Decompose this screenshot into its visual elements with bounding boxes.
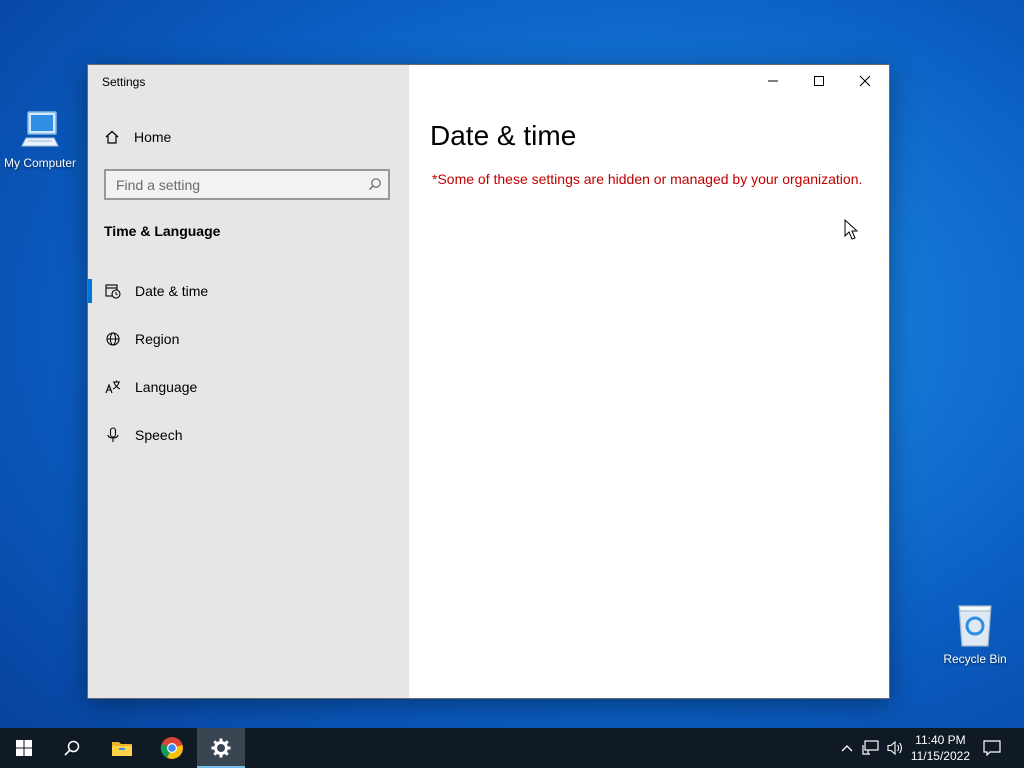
sidebar-nav: Date & time Region Language Speech: [88, 267, 409, 459]
sidebar-item-speech[interactable]: Speech: [88, 411, 409, 459]
chevron-up-icon: [841, 745, 853, 752]
taskbar-clock[interactable]: 11:40 PM 11/15/2022: [911, 732, 970, 764]
file-explorer-icon: [112, 742, 132, 756]
search-input[interactable]: [106, 171, 366, 198]
home-nav-item[interactable]: Home: [104, 129, 171, 145]
home-icon: [105, 130, 119, 144]
network-tray-button[interactable]: [860, 728, 882, 768]
page-title: Date & time: [430, 120, 577, 151]
maximize-button[interactable]: [796, 65, 842, 97]
window-title: Settings: [102, 75, 146, 89]
mouse-cursor-icon: [844, 219, 859, 240]
settings-content: Date & time *Some of these settings are …: [409, 65, 889, 698]
settings-icon: [211, 738, 231, 758]
search-box[interactable]: [104, 169, 390, 200]
language-icon: [105, 380, 121, 394]
chrome-icon: [160, 737, 183, 759]
chrome-button[interactable]: [148, 728, 196, 768]
search-icon: [64, 740, 80, 756]
taskbar: 11:40 PM 11/15/2022: [0, 728, 1024, 768]
section-title: Time & Language: [104, 223, 221, 239]
show-hidden-icons-button[interactable]: [838, 728, 856, 768]
my-computer-shortcut[interactable]: My Computer: [0, 108, 80, 170]
notification-icon: [983, 740, 1001, 756]
volume-icon: [887, 740, 902, 756]
sidebar-item-language[interactable]: Language: [88, 363, 409, 411]
globe-icon: [106, 332, 120, 346]
date-time-icon: [105, 284, 121, 299]
action-center-button[interactable]: [978, 728, 1006, 768]
close-button[interactable]: [842, 65, 888, 97]
sidebar-item-label: Region: [135, 331, 180, 347]
computer-icon: [21, 111, 59, 147]
volume-tray-button[interactable]: [884, 728, 906, 768]
minimize-button[interactable]: [750, 65, 796, 97]
sidebar-item-date-time[interactable]: Date & time: [88, 267, 409, 315]
recycle-bin-label: Recycle Bin: [943, 652, 1007, 666]
policy-warning-text: *Some of these settings are hidden or ma…: [432, 171, 863, 187]
start-icon: [16, 740, 32, 756]
sidebar-item-label: Speech: [135, 427, 183, 443]
settings-sidebar: Settings Home Time & Language: [88, 65, 409, 698]
sidebar-item-label: Date & time: [135, 283, 209, 299]
microphone-icon: [107, 427, 119, 442]
clock-date: 11/15/2022: [910, 749, 970, 763]
recycle-bin-shortcut[interactable]: Recycle Bin: [935, 602, 1015, 666]
maximize-icon: [814, 76, 824, 86]
network-icon: [862, 740, 879, 755]
recycle-bin-icon: [958, 605, 992, 647]
file-explorer-button[interactable]: [98, 728, 146, 768]
taskbar-search-button[interactable]: [48, 728, 96, 768]
sidebar-item-label: Language: [135, 379, 198, 395]
close-icon: [859, 75, 871, 87]
settings-window: Settings Home Time & Language: [87, 64, 890, 699]
minimize-icon: [768, 80, 778, 82]
settings-taskbar-button[interactable]: [197, 728, 245, 768]
home-label: Home: [134, 129, 172, 145]
sidebar-item-region[interactable]: Region: [88, 315, 409, 363]
search-icon[interactable]: [368, 177, 382, 191]
start-button[interactable]: [0, 728, 48, 768]
clock-time: 11:40 PM: [915, 733, 966, 747]
my-computer-label: My Computer: [3, 156, 77, 170]
